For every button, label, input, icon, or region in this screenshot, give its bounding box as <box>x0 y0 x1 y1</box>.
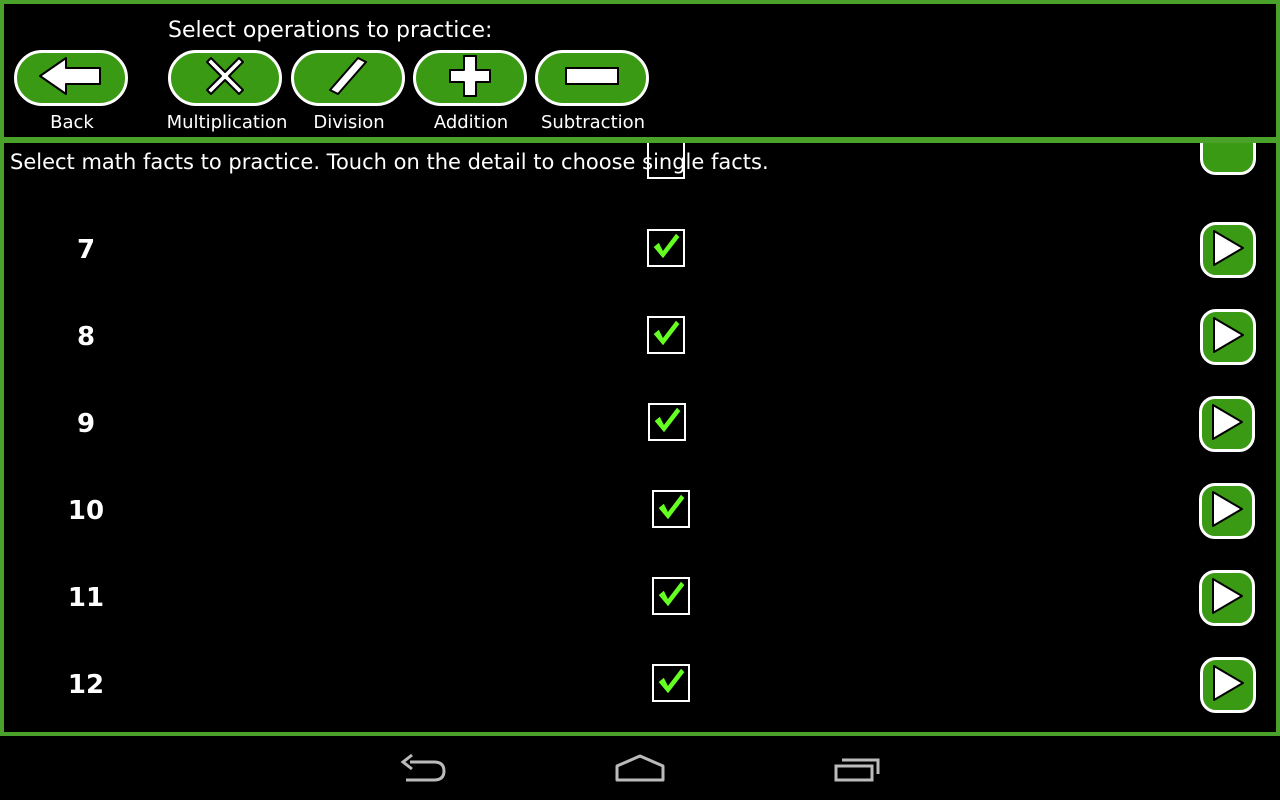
addition-button[interactable] <box>413 50 527 106</box>
checkmark-icon <box>651 405 683 439</box>
divide-slash-icon <box>328 56 368 100</box>
nav-home-icon <box>614 754 666 790</box>
multiplication-label: Multiplication <box>166 112 288 133</box>
row-number: 8 <box>76 322 96 352</box>
multiply-icon <box>205 56 245 100</box>
back-label: Back <box>50 112 94 133</box>
back-button[interactable] <box>14 50 128 106</box>
play-arrow-icon <box>1210 315 1246 359</box>
partial-detail-button <box>1200 143 1256 175</box>
checkmark-icon <box>650 231 682 265</box>
play-arrow-icon <box>1209 576 1245 620</box>
play-arrow-icon <box>1209 402 1245 446</box>
play-arrow-icon <box>1209 489 1245 533</box>
minus-icon <box>564 66 620 90</box>
play-arrow-icon <box>1210 228 1246 272</box>
operations-panel: Select operations to practice: Back Mult… <box>0 0 1280 140</box>
detail-button[interactable] <box>1200 657 1256 713</box>
checkmark-icon <box>655 579 687 613</box>
system-nav-bar <box>0 736 1280 800</box>
play-arrow-icon <box>1210 663 1246 707</box>
detail-button[interactable] <box>1200 309 1256 365</box>
nav-back-icon <box>400 753 448 790</box>
operations-title: Select operations to practice: <box>168 18 493 43</box>
detail-button[interactable] <box>1199 396 1255 452</box>
detail-button[interactable] <box>1199 483 1255 539</box>
fact-checkbox[interactable] <box>652 577 690 615</box>
fact-checkbox[interactable] <box>652 664 690 702</box>
row-number: 7 <box>76 235 96 265</box>
nav-recents-icon <box>832 758 884 790</box>
addition-label: Addition <box>433 112 509 133</box>
row-number: 12 <box>67 670 105 700</box>
subtraction-button[interactable] <box>535 50 649 106</box>
nav-home-button[interactable] <box>614 752 666 790</box>
division-label: Division <box>313 112 385 133</box>
detail-button[interactable] <box>1200 222 1256 278</box>
checkmark-icon <box>655 666 687 700</box>
division-button[interactable] <box>291 50 405 106</box>
subtraction-label: Subtraction <box>540 112 646 133</box>
checkmark-icon <box>655 492 687 526</box>
fact-checkbox[interactable] <box>648 403 686 441</box>
fact-checkbox[interactable] <box>652 490 690 528</box>
detail-button[interactable] <box>1199 570 1255 626</box>
nav-back-button[interactable] <box>400 752 448 790</box>
row-number: 10 <box>67 496 105 526</box>
instructions-text: Select math facts to practice. Touch on … <box>10 150 769 174</box>
multiplication-button[interactable] <box>168 50 282 106</box>
checkmark-icon <box>650 318 682 352</box>
fact-checkbox[interactable] <box>647 316 685 354</box>
back-arrow-icon <box>36 55 106 101</box>
math-facts-list[interactable]: Select math facts to practice. Touch on … <box>0 140 1280 736</box>
row-number: 11 <box>67 583 105 613</box>
plus-icon <box>448 54 492 102</box>
row-number: 9 <box>76 409 96 439</box>
fact-checkbox[interactable] <box>647 229 685 267</box>
nav-recents-button[interactable] <box>832 752 884 790</box>
